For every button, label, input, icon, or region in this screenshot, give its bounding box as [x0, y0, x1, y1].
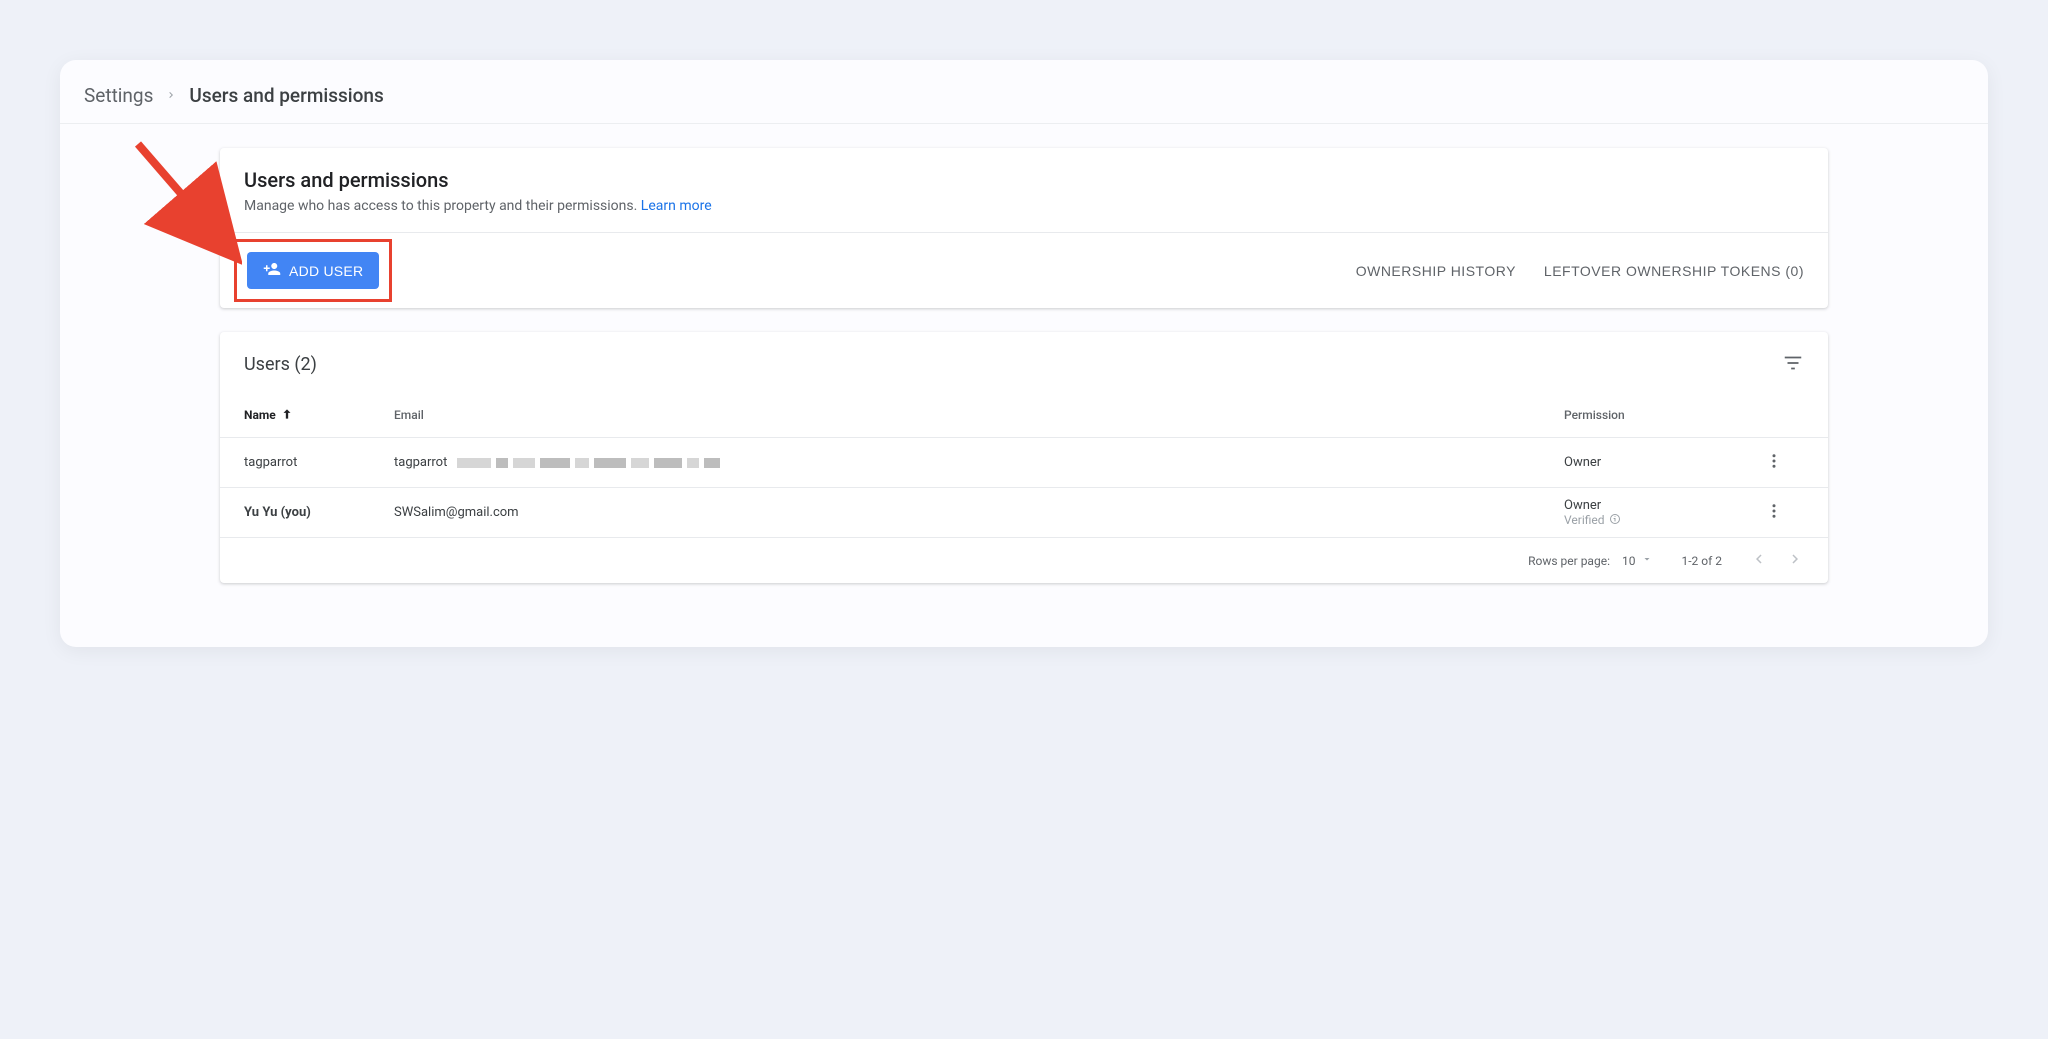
ownership-history-button[interactable]: OWNERSHIP HISTORY [1356, 263, 1516, 279]
column-name[interactable]: Name [244, 407, 394, 424]
add-user-highlight: ADD USER [234, 239, 392, 302]
chevron-right-icon [1786, 550, 1804, 571]
more-vert-icon [1765, 452, 1783, 473]
filter-button[interactable] [1782, 352, 1804, 377]
pagination-range: 1-2 of 2 [1681, 554, 1722, 568]
section-title: Users and permissions [244, 168, 1804, 192]
user-email: SWSalim@gmail.com [394, 505, 1564, 520]
row-menu-button[interactable] [1765, 502, 1783, 523]
table-row: tagparrot tagparrot Owner [220, 437, 1828, 487]
person-add-icon [263, 260, 281, 281]
table-footer: Rows per page: 10 1-2 of 2 [220, 537, 1828, 583]
next-page-button[interactable] [1786, 550, 1804, 571]
more-vert-icon [1765, 502, 1783, 523]
rows-per-page-select[interactable]: 10 [1622, 553, 1654, 568]
breadcrumb: Settings Users and permissions [60, 84, 1988, 124]
add-user-label: ADD USER [289, 263, 363, 279]
prev-page-button[interactable] [1750, 550, 1768, 571]
column-name-label: Name [244, 408, 276, 422]
users-table: Name Email Permission tagparrot tagparro… [220, 393, 1828, 583]
table-row: Yu Yu (you) SWSalim@gmail.com Owner Veri… [220, 487, 1828, 537]
sort-asc-icon [280, 407, 294, 424]
column-permission[interactable]: Permission [1564, 408, 1744, 422]
breadcrumb-current: Users and permissions [189, 84, 383, 107]
user-name: Yu Yu (you) [244, 505, 394, 520]
rows-per-page-label: Rows per page: [1528, 554, 1610, 568]
verified-label: Verified [1564, 513, 1605, 527]
users-card: Users (2) Name Email Permiss [220, 332, 1828, 583]
user-email: tagparrot [394, 455, 1564, 470]
table-header: Name Email Permission [220, 393, 1828, 437]
column-email[interactable]: Email [394, 408, 1564, 422]
chevron-left-icon [1750, 550, 1768, 571]
section-subtitle: Manage who has access to this property a… [244, 198, 1804, 214]
user-name: tagparrot [244, 455, 394, 470]
settings-window: Settings Users and permissions Users and… [60, 60, 1988, 647]
header-card: Users and permissions Manage who has acc… [220, 148, 1828, 308]
chevron-right-icon [165, 86, 177, 105]
user-permission: Owner [1564, 455, 1744, 470]
info-icon [1609, 513, 1621, 528]
learn-more-link[interactable]: Learn more [641, 198, 712, 214]
breadcrumb-root[interactable]: Settings [84, 84, 153, 107]
row-menu-button[interactable] [1765, 452, 1783, 473]
filter-icon [1782, 352, 1804, 377]
dropdown-icon [1641, 553, 1653, 568]
user-permission: Owner Verified [1564, 498, 1744, 528]
users-count-title: Users (2) [244, 354, 317, 375]
redacted-email [457, 458, 720, 468]
leftover-tokens-button[interactable]: LEFTOVER OWNERSHIP TOKENS (0) [1544, 263, 1804, 279]
add-user-button[interactable]: ADD USER [247, 252, 379, 289]
